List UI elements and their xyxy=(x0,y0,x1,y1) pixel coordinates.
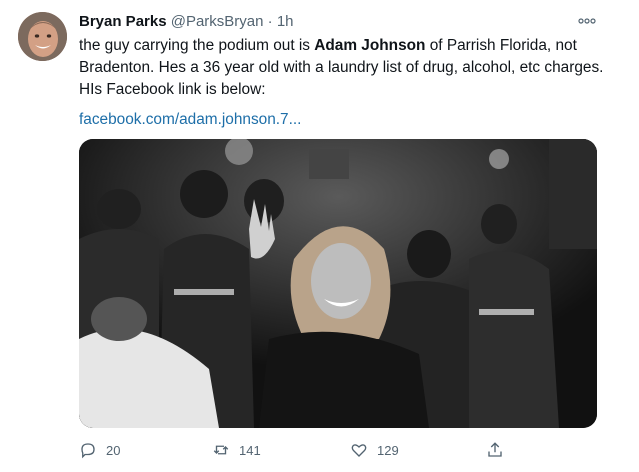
tweet-timestamp[interactable]: 1h xyxy=(277,13,294,30)
share-icon xyxy=(488,442,502,457)
author-handle[interactable]: @ParksBryan xyxy=(171,13,264,30)
share-button[interactable] xyxy=(486,437,513,463)
author-name[interactable]: Bryan Parks xyxy=(79,13,167,30)
tweet-actions: 20 141 129 xyxy=(79,437,619,463)
retweet-icon xyxy=(213,445,229,455)
reply-button[interactable]: 20 xyxy=(79,437,120,463)
retweet-button[interactable]: 141 xyxy=(212,437,261,463)
facebook-link[interactable]: facebook.com/adam.johnson.7... xyxy=(79,111,301,129)
like-count: 129 xyxy=(377,442,399,458)
heart-icon xyxy=(351,444,367,457)
tweet-header: Bryan Parks @ParksBryan · 1h xyxy=(79,12,294,32)
tweet-text: the guy carrying the podium out is Adam … xyxy=(79,35,614,101)
separator-dot: · xyxy=(267,13,273,30)
like-button[interactable]: 129 xyxy=(350,437,399,463)
tweet-photo[interactable] xyxy=(79,139,597,428)
tweet-text-highlight: Adam Johnson xyxy=(314,37,426,54)
tweet-text-part-1: the guy carrying the podium out is xyxy=(79,37,315,54)
tweet[interactable]: Bryan Parks @ParksBryan · 1h the guy car… xyxy=(0,0,639,472)
reply-count: 20 xyxy=(106,442,121,458)
avatar[interactable] xyxy=(18,12,67,61)
reply-icon xyxy=(81,443,95,459)
retweet-count: 141 xyxy=(239,442,261,458)
more-horizontal-icon[interactable] xyxy=(578,14,596,26)
